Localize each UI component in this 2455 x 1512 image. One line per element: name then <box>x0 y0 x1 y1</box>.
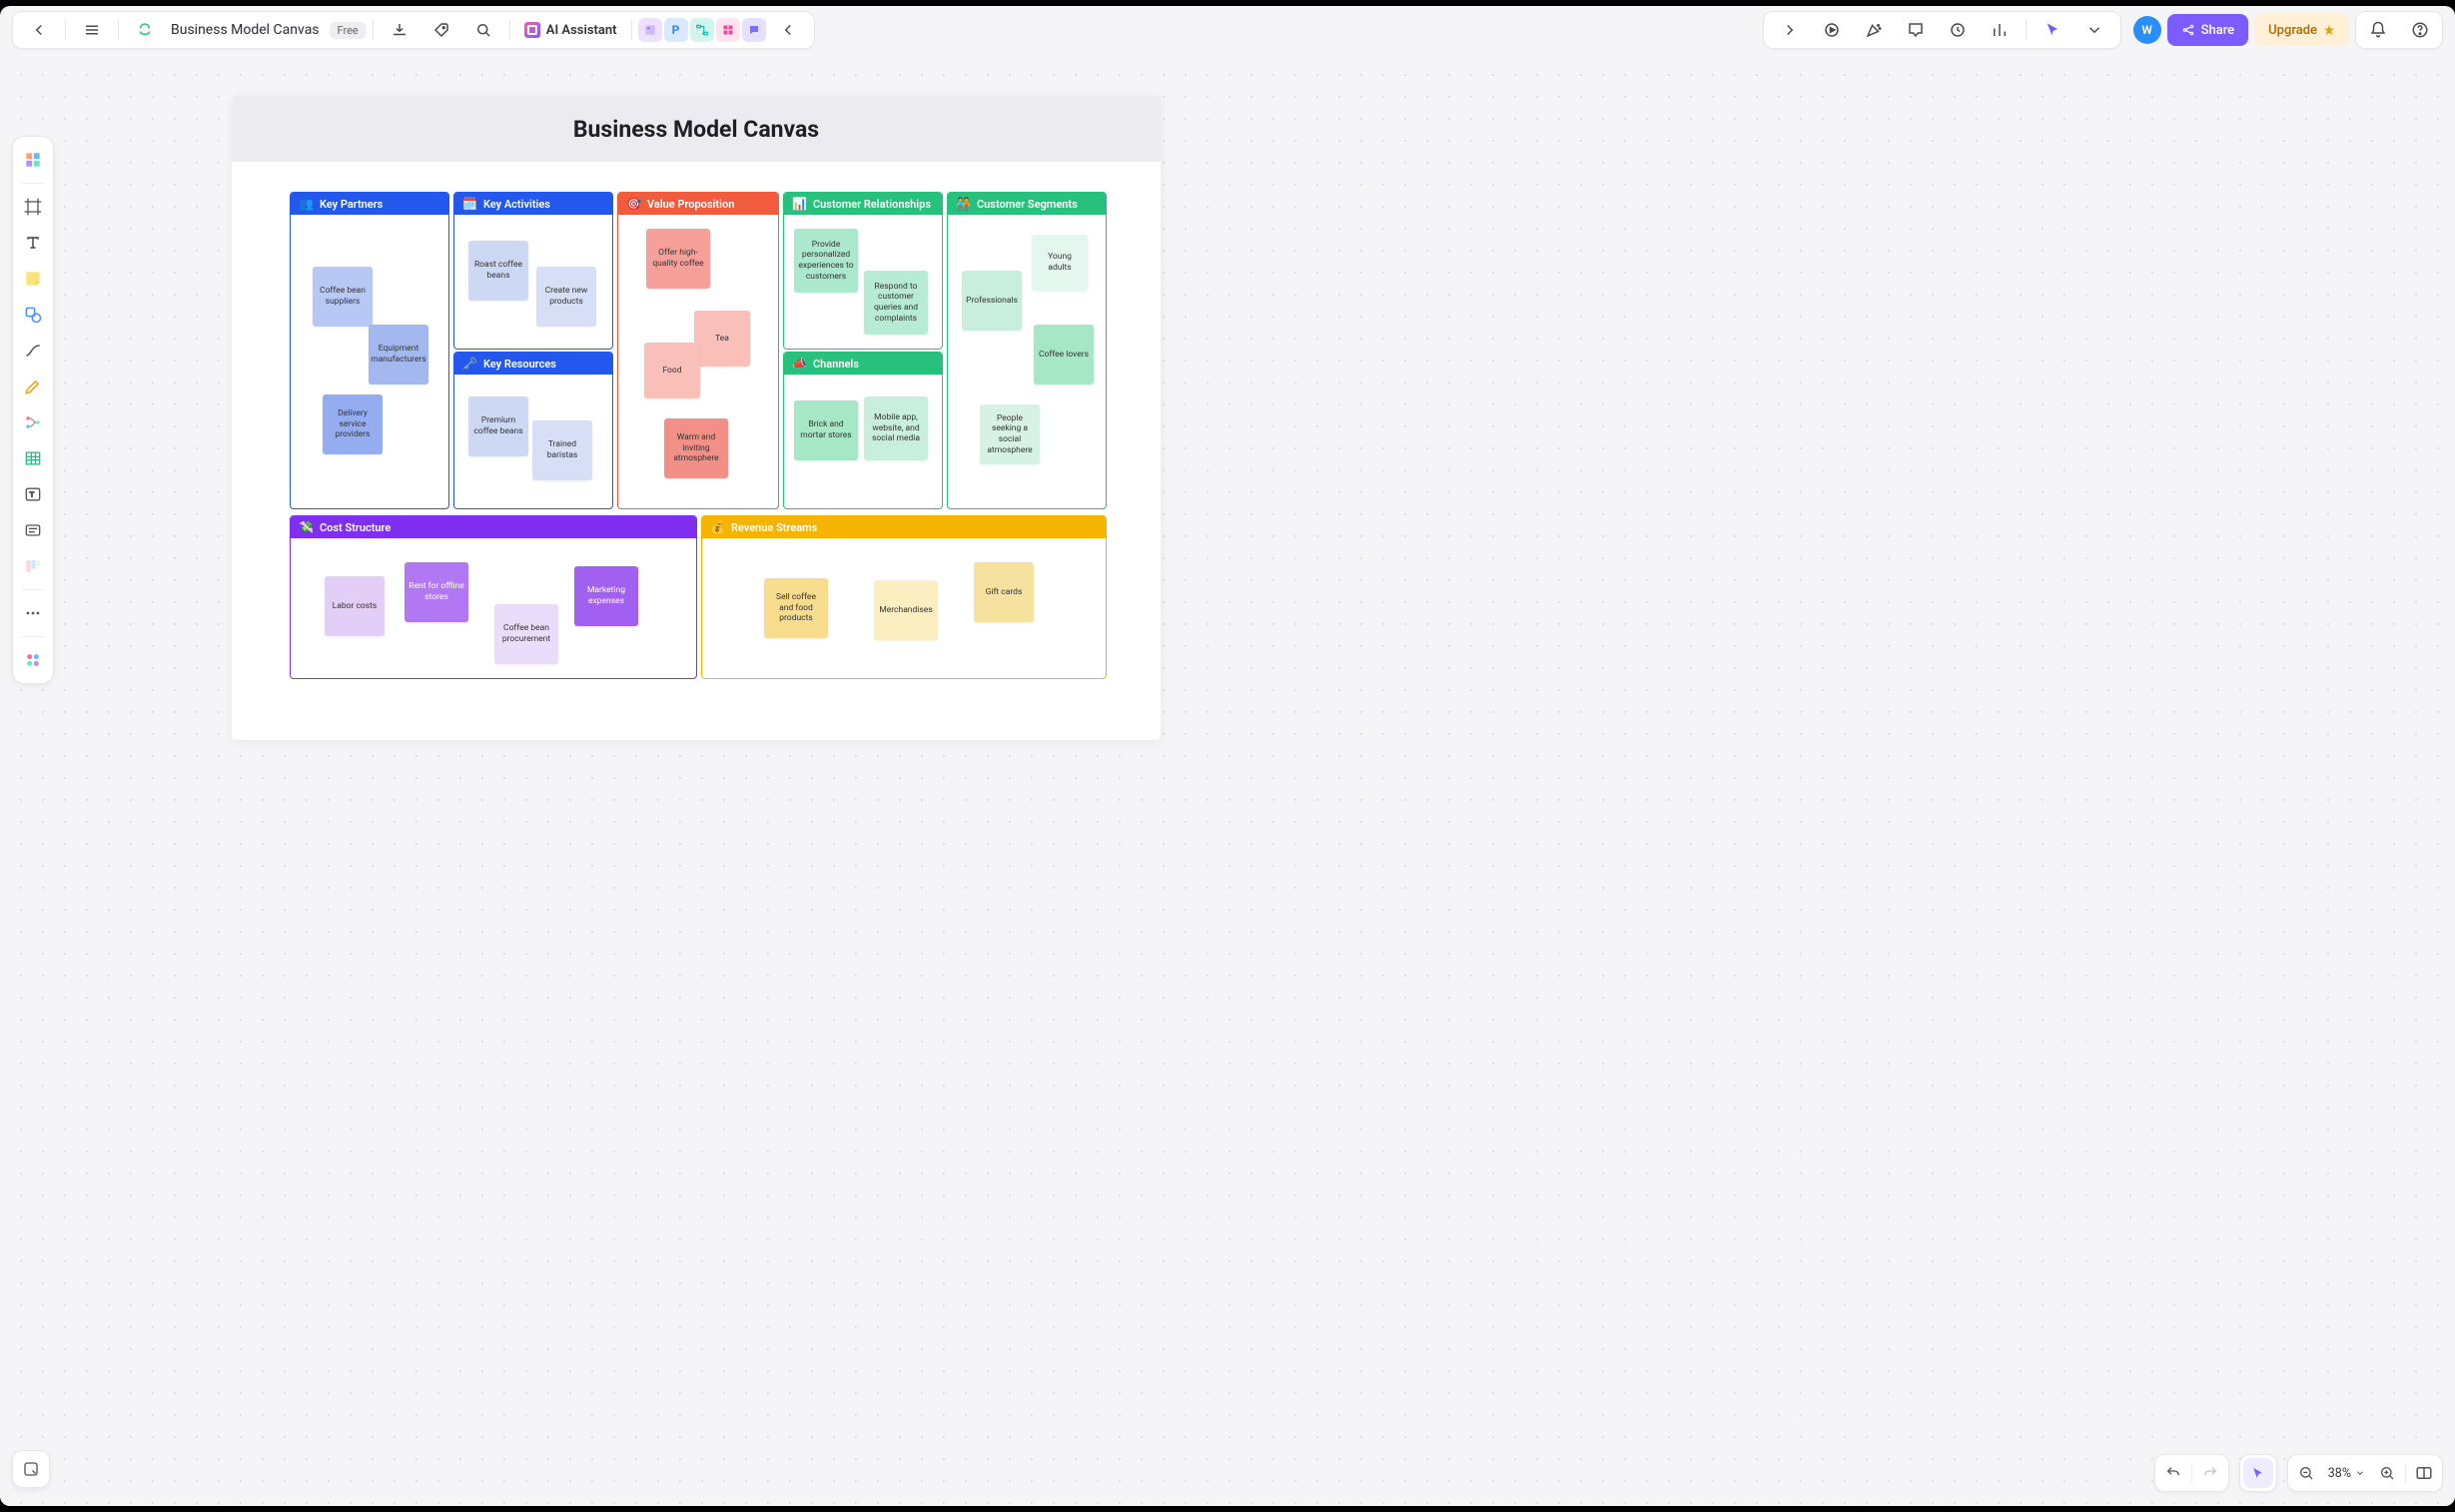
sticky-note[interactable]: Brick and mortar stores <box>794 400 858 460</box>
share-button[interactable]: Share <box>2167 14 2249 46</box>
sticky-note[interactable]: Roast coffee beans <box>468 241 528 301</box>
quick-add-button[interactable] <box>12 1450 50 1488</box>
apps-icon[interactable] <box>17 643 49 677</box>
zoom-controls: 38% <box>2154 1454 2443 1492</box>
plan-badge: Free <box>330 22 367 39</box>
sticky-note[interactable]: Offer high-quality coffee <box>646 229 710 289</box>
sticky-note[interactable]: Coffee lovers <box>1034 325 1094 384</box>
section-value-proposition[interactable]: 🎯Value Proposition Offer high-quality co… <box>617 192 779 509</box>
pen-tool[interactable] <box>17 370 49 403</box>
redo-button[interactable] <box>2192 1455 2228 1491</box>
notifications-button[interactable] <box>2358 14 2398 46</box>
section-cost-structure[interactable]: 💸Cost Structure Labor costs Rent for off… <box>290 515 697 679</box>
cursor-tool-button[interactable] <box>2033 14 2072 46</box>
ai-assistant-button[interactable]: AI Assistant <box>516 14 625 46</box>
mode-chip-p[interactable]: P <box>664 18 688 42</box>
text-tool[interactable] <box>17 226 49 260</box>
pointer-mode[interactable] <box>2243 1458 2273 1488</box>
sticky-note[interactable]: Coffee bean suppliers <box>313 267 373 327</box>
sticky-note[interactable]: People seeking a social atmosphere <box>980 404 1040 464</box>
confetti-icon[interactable] <box>1854 14 1894 46</box>
section-channels[interactable]: 📣Channels Brick and mortar stores Mobile… <box>783 352 943 509</box>
sticky-note[interactable]: Rent for offline stores <box>405 562 468 622</box>
collapse-chip-button[interactable] <box>768 14 808 46</box>
kanban-tool[interactable] <box>17 549 49 583</box>
sticky-note[interactable]: Equipment manufacturers <box>369 325 428 384</box>
section-key-activities[interactable]: 🗓️Key Activities Roast coffee beans Crea… <box>453 192 613 350</box>
frame-tool[interactable] <box>17 190 49 224</box>
expand-panel-button[interactable] <box>1770 14 1810 46</box>
menu-button[interactable] <box>72 14 112 46</box>
ai-logo-icon <box>524 22 540 38</box>
mode-chip-image[interactable] <box>638 18 662 42</box>
sticky-note[interactable]: Trained baristas <box>532 420 592 480</box>
card-tool[interactable] <box>17 513 49 547</box>
mode-chip-chat[interactable] <box>742 18 766 42</box>
section-revenue-streams[interactable]: 💰Revenue Streams Sell coffee and food pr… <box>701 515 1107 679</box>
zoom-in-button[interactable] <box>2369 1455 2405 1491</box>
undo-button[interactable] <box>2155 1455 2191 1491</box>
section-customer-segments[interactable]: 🧑‍🤝‍🧑Customer Segments Young adults Prof… <box>947 192 1107 509</box>
left-tool-palette: T <box>12 136 54 684</box>
mode-chip-grid[interactable] <box>716 18 740 42</box>
sync-icon[interactable] <box>125 14 165 46</box>
section-key-resources[interactable]: 🗝️Key Resources Premium coffee beans Tra… <box>453 352 613 509</box>
sticky-note[interactable]: Young adults <box>1032 235 1088 291</box>
connector-tool[interactable] <box>17 334 49 368</box>
download-button[interactable] <box>380 14 419 46</box>
board-title: Business Model Canvas <box>573 116 819 143</box>
cursor-dropdown[interactable] <box>2074 14 2114 46</box>
sticky-note[interactable]: Mobile app, website, and social media <box>864 396 928 460</box>
zoom-level[interactable]: 38% <box>2324 1466 2369 1481</box>
text-block-tool[interactable]: T <box>17 477 49 511</box>
sticky-note[interactable]: Marketing expenses <box>574 566 638 626</box>
sticky-note-tool[interactable] <box>17 262 49 296</box>
sticky-note[interactable]: Create new products <box>536 267 596 327</box>
svg-text:T: T <box>30 490 35 499</box>
table-tool[interactable] <box>17 441 49 475</box>
sticky-note[interactable]: Food <box>644 343 700 398</box>
mindmap-tool[interactable] <box>17 405 49 439</box>
doc-toolbar-right <box>1763 11 2121 49</box>
section-key-partners[interactable]: 👥Key Partners Coffee bean suppliers Equi… <box>290 192 449 509</box>
sticky-note[interactable]: Coffee bean procurement <box>494 604 558 664</box>
help-button[interactable] <box>2400 14 2440 46</box>
sticky-note[interactable]: Delivery service providers <box>323 394 383 454</box>
tag-button[interactable] <box>421 14 461 46</box>
account-toolbar: W Share Upgrade <box>2133 12 2443 48</box>
history-button[interactable] <box>1938 14 1978 46</box>
doc-toolbar-left: Business Model Canvas Free AI Assistant … <box>12 11 815 49</box>
user-avatar[interactable]: W <box>2133 16 2161 44</box>
more-tools[interactable] <box>17 596 49 630</box>
sticky-note[interactable]: Tea <box>694 311 750 367</box>
fit-view-button[interactable] <box>2406 1455 2442 1491</box>
upgrade-button[interactable]: Upgrade <box>2254 14 2349 46</box>
comment-button[interactable] <box>1896 14 1936 46</box>
doc-title[interactable]: Business Model Canvas <box>171 22 320 38</box>
sticky-note[interactable]: Respond to customer queries and complain… <box>864 271 928 335</box>
sticky-note[interactable]: Provide personalized experiences to cust… <box>794 229 858 293</box>
sticky-note[interactable]: Sell coffee and food products <box>764 578 828 638</box>
sticky-note[interactable]: Gift cards <box>974 562 1034 622</box>
present-button[interactable] <box>1812 14 1852 46</box>
chart-button[interactable] <box>1980 14 2020 46</box>
sticky-note[interactable]: Warm and inviting atmosphere <box>664 418 728 478</box>
sticky-note[interactable]: Professionals <box>962 271 1022 331</box>
canvas-board[interactable]: Business Model Canvas 👥Key Partners Coff… <box>232 96 1161 740</box>
back-button[interactable] <box>19 14 59 46</box>
section-customer-relationships[interactable]: 📊Customer Relationships Provide personal… <box>783 192 943 350</box>
shape-tool[interactable] <box>17 298 49 332</box>
zoom-out-button[interactable] <box>2288 1455 2324 1491</box>
mode-chip-flow[interactable] <box>690 18 714 42</box>
top-toolbar: Business Model Canvas Free AI Assistant … <box>0 6 2455 54</box>
sticky-note[interactable]: Premium coffee beans <box>468 396 528 456</box>
search-button[interactable] <box>463 14 503 46</box>
templates-icon[interactable] <box>17 143 49 177</box>
sticky-note[interactable]: Labor costs <box>325 576 385 636</box>
sticky-note[interactable]: Merchandises <box>874 580 938 640</box>
